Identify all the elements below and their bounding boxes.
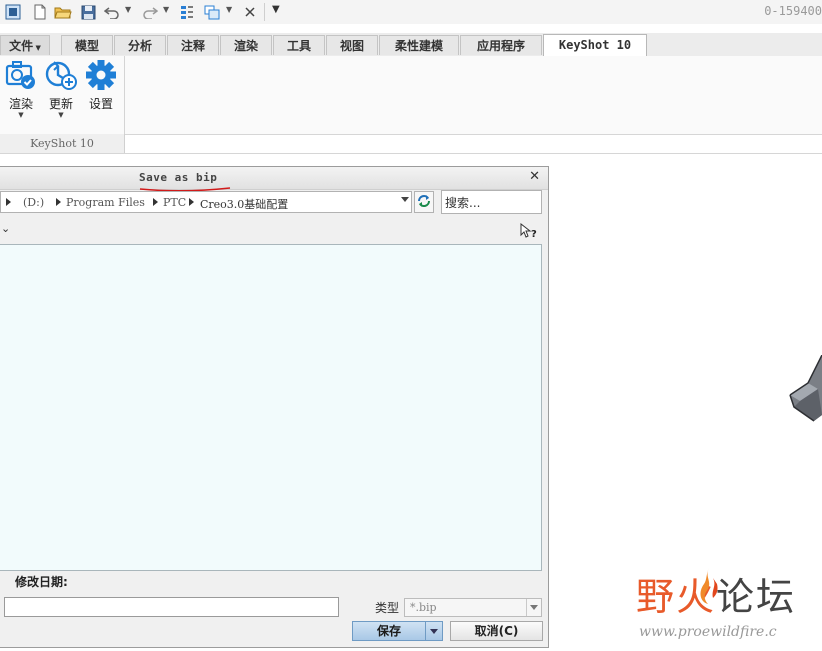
save-dropdown-icon[interactable]	[426, 621, 443, 641]
refresh-button[interactable]	[414, 191, 434, 213]
file-list[interactable]	[0, 244, 542, 571]
refresh-icon	[416, 194, 432, 211]
tab-view[interactable]: 视图	[326, 35, 378, 55]
render-button[interactable]: 渲染 ▼	[3, 60, 39, 119]
tab-file-dropdown-icon: ▼	[33, 44, 41, 52]
undo-icon[interactable]	[103, 3, 121, 21]
ribbon-tab-bar: 文件 ▼ 模型 分析 注释 渲染 工具 视图 柔性建模 应用程序 KeyShot…	[0, 33, 822, 57]
breadcrumb-drive[interactable]: (D:)	[23, 196, 44, 209]
tab-analysis[interactable]: 分析	[114, 35, 166, 55]
forum-watermark: 野火论坛 www.proewildfire.c	[636, 566, 822, 646]
update-icon	[44, 61, 78, 93]
quick-access-toolbar: ▼ ▼ ▼ ▼ 0-159400	[0, 0, 822, 24]
chevron-down-icon[interactable]	[526, 599, 541, 616]
file-type-select[interactable]: *.bip	[404, 598, 542, 617]
tab-tools[interactable]: 工具	[273, 35, 325, 55]
render-dropdown-icon: ▼	[18, 111, 24, 119]
windows-dropdown-icon[interactable]: ▼	[226, 5, 232, 14]
update-dropdown-icon: ▼	[58, 111, 64, 119]
cancel-button[interactable]: 取消(C)	[450, 621, 543, 641]
path-dropdown-icon[interactable]	[401, 197, 409, 202]
update-button[interactable]: 更新 ▼	[43, 60, 79, 119]
regenerate-icon[interactable]	[178, 3, 196, 21]
save-button[interactable]: 保存	[352, 621, 426, 641]
tab-file-label: 文件	[9, 39, 34, 53]
close-icon[interactable]: ✕	[529, 169, 540, 184]
undo-dropdown-icon[interactable]: ▼	[125, 5, 131, 14]
settings-button-label: 设置	[88, 97, 113, 111]
breadcrumb-arrow-icon[interactable]	[6, 198, 11, 206]
tab-applications[interactable]: 应用程序	[460, 35, 542, 55]
search-input[interactable]: 搜索...	[441, 190, 542, 214]
type-label: 类型	[375, 601, 400, 615]
settings-button[interactable]: 设置	[83, 60, 119, 112]
chevron-down-icon[interactable]: ⌄	[1, 222, 10, 235]
new-file-icon[interactable]	[31, 3, 49, 21]
dialog-title-bar[interactable]: Save as bip ✕	[0, 167, 548, 192]
modified-date-label: 修改日期:	[15, 575, 68, 589]
tab-flexible-modeling[interactable]: 柔性建模	[379, 35, 459, 55]
gear-icon	[85, 60, 117, 93]
breadcrumb-arrow-icon[interactable]	[189, 198, 194, 206]
redo-icon[interactable]	[141, 3, 159, 21]
tab-annotate[interactable]: 注释	[167, 35, 219, 55]
save-icon[interactable]	[79, 3, 97, 21]
tab-keyshot[interactable]: KeyShot 10	[543, 34, 647, 57]
close-window-icon[interactable]	[242, 3, 258, 21]
update-button-label: 更新	[48, 97, 73, 111]
render-button-label: 渲染	[8, 97, 33, 111]
breadcrumb-arrow-icon[interactable]	[153, 198, 158, 206]
watermark-brand-part2: 论坛	[716, 575, 797, 619]
breadcrumb-arrow-icon[interactable]	[56, 198, 61, 206]
ribbon-group-footer: KeyShot 10	[0, 134, 125, 154]
breadcrumb-ptc[interactable]: PTC	[163, 196, 186, 209]
open-folder-icon[interactable]	[54, 3, 72, 21]
flame-icon	[700, 568, 718, 604]
help-cursor-icon[interactable]: ?	[520, 222, 540, 242]
path-breadcrumb[interactable]: (D:) Program Files PTC Creo3.0基础配置	[0, 191, 412, 213]
toolbar-separator	[264, 3, 265, 21]
window-title: 0-159400	[764, 4, 822, 18]
file-name-input[interactable]	[4, 597, 339, 617]
svg-text:?: ?	[531, 229, 537, 239]
tab-model[interactable]: 模型	[61, 35, 113, 55]
redo-dropdown-icon[interactable]: ▼	[163, 5, 169, 14]
tab-file[interactable]: 文件 ▼	[0, 35, 50, 55]
ribbon-group-label: KeyShot 10	[30, 137, 94, 150]
organize-toolbar: ⌄ ?	[0, 219, 548, 241]
watermark-url: www.proewildfire.c	[639, 624, 777, 640]
dialog-title: Save as bip	[139, 171, 218, 184]
breadcrumb-program-files[interactable]: Program Files	[66, 196, 145, 209]
windows-icon[interactable]	[203, 3, 221, 21]
ribbon-bottom-border	[124, 153, 822, 154]
model-viewport-part[interactable]	[788, 354, 822, 428]
app-menu-icon[interactable]	[4, 3, 22, 21]
customize-toolbar-icon[interactable]: ▼	[272, 4, 280, 15]
file-type-value: *.bip	[410, 601, 437, 614]
save-as-dialog: Save as bip ✕ (D:) Program Files PTC Cre…	[0, 166, 549, 648]
render-camera-icon	[5, 61, 37, 93]
tab-render[interactable]: 渲染	[220, 35, 272, 55]
breadcrumb-current-folder[interactable]: Creo3.0基础配置	[200, 196, 288, 212]
